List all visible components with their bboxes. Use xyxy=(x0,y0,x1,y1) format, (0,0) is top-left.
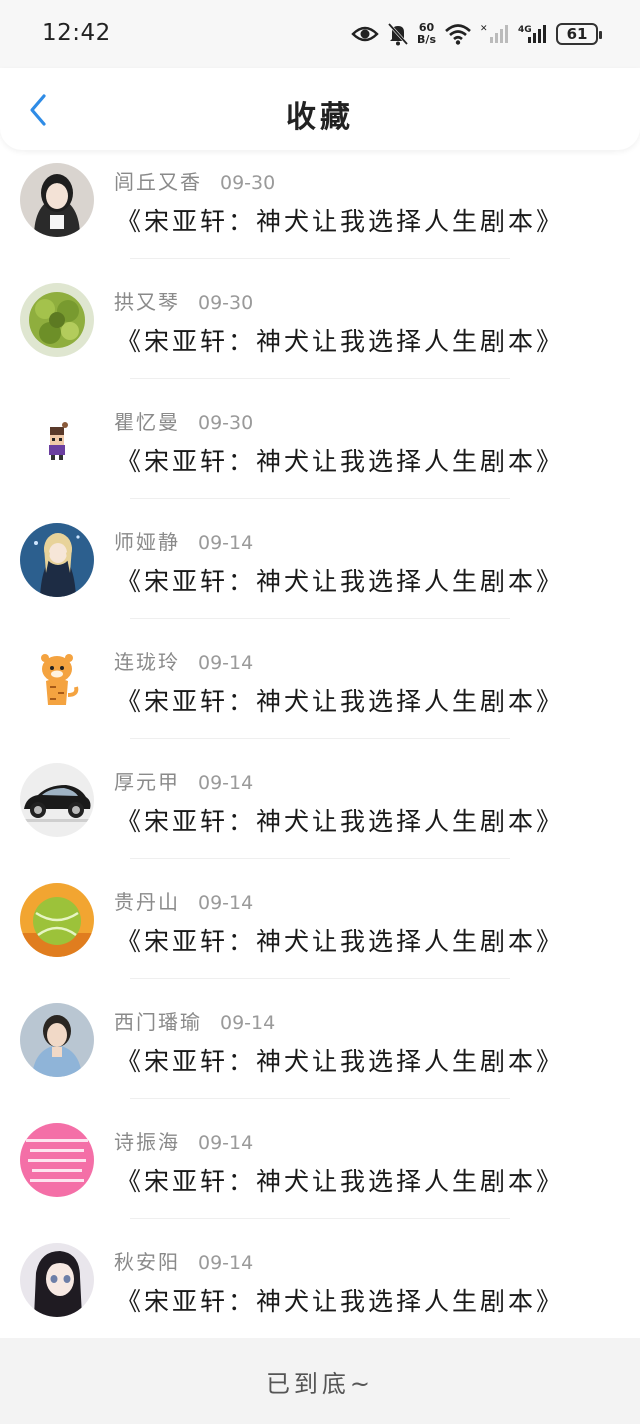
boy-portrait-avatar-icon xyxy=(20,1003,94,1077)
list-item[interactable]: 贵丹山 09-14 《宋亚轩：神犬让我选择人生剧本》 xyxy=(0,872,640,992)
divider xyxy=(130,378,510,379)
bell-muted-icon xyxy=(387,22,409,46)
status-icons: 60 B/s ✕ 4G 61 xyxy=(351,18,602,50)
girl-portrait-avatar-icon xyxy=(20,163,94,237)
list-item[interactable]: 瞿忆曼 09-30 《宋亚轩：神犬让我选择人生剧本》 xyxy=(0,392,640,512)
divider xyxy=(130,738,510,739)
divider xyxy=(130,258,510,259)
svg-text:4G: 4G xyxy=(518,25,532,35)
post-date: 09-14 xyxy=(198,652,254,674)
end-of-list-text: 已到底~ xyxy=(265,1369,375,1398)
divider xyxy=(130,858,510,859)
avatar[interactable] xyxy=(20,1123,94,1197)
avatar[interactable] xyxy=(20,1003,94,1077)
post-date: 09-30 xyxy=(220,172,276,194)
item-meta: 诗振海 09-14 xyxy=(114,1126,253,1155)
item-meta: 连珑玲 09-14 xyxy=(114,646,253,675)
item-meta: 拱又琴 09-30 xyxy=(114,286,253,315)
item-meta: 瞿忆曼 09-30 xyxy=(114,406,253,435)
post-date: 09-14 xyxy=(220,1012,276,1034)
anime-blonde-avatar-icon xyxy=(20,523,94,597)
post-date: 09-30 xyxy=(198,292,254,314)
avatar[interactable] xyxy=(20,1243,94,1317)
list-end-footer: 已到底~ xyxy=(0,1338,640,1424)
pink-text-card-avatar-icon xyxy=(20,1123,94,1197)
svg-text:✕: ✕ xyxy=(480,24,488,34)
user-name: 连珑玲 xyxy=(114,650,180,674)
list-item[interactable]: 连珑玲 09-14 《宋亚轩：神犬让我选择人生剧本》 xyxy=(0,632,640,752)
item-title[interactable]: 《宋亚轩：神犬让我选择人生剧本》 xyxy=(116,802,564,838)
status-bar: 12:42 60 B/s ✕ 4G 61 xyxy=(0,0,640,68)
user-name: 贵丹山 xyxy=(114,890,180,914)
item-title[interactable]: 《宋亚轩：神犬让我选择人生剧本》 xyxy=(116,1162,564,1198)
item-title[interactable]: 《宋亚轩：神犬让我选择人生剧本》 xyxy=(116,202,564,238)
black-car-avatar-icon xyxy=(20,763,94,837)
item-meta: 闾丘又香 09-30 xyxy=(114,166,275,195)
item-title[interactable]: 《宋亚轩：神犬让我选择人生剧本》 xyxy=(116,322,564,358)
net-speed: 60 B/s xyxy=(417,21,436,46)
list-item[interactable]: 闾丘又香 09-30 《宋亚轩：神犬让我选择人生剧本》 xyxy=(0,152,640,272)
avatar[interactable] xyxy=(20,523,94,597)
post-date: 09-14 xyxy=(198,1252,254,1274)
divider xyxy=(130,978,510,979)
signal-no-sim-icon: ✕ xyxy=(480,23,510,45)
wifi-icon xyxy=(444,23,472,45)
page-title: 收藏 xyxy=(286,100,354,135)
divider xyxy=(130,498,510,499)
item-meta: 厚元甲 09-14 xyxy=(114,766,253,795)
divider xyxy=(130,1098,510,1099)
list-item[interactable]: 西门璠瑜 09-14 《宋亚轩：神犬让我选择人生剧本》 xyxy=(0,992,640,1112)
user-name: 师娅静 xyxy=(114,530,180,554)
tennis-ball-avatar-icon xyxy=(20,883,94,957)
item-meta: 师娅静 09-14 xyxy=(114,526,253,555)
list-item[interactable]: 师娅静 09-14 《宋亚轩：神犬让我选择人生剧本》 xyxy=(0,512,640,632)
nav-bar: 收藏 xyxy=(0,68,640,150)
list-item[interactable]: 秋安阳 09-14 《宋亚轩：神犬让我选择人生剧本》 xyxy=(0,1232,640,1352)
post-date: 09-14 xyxy=(198,532,254,554)
user-name: 瞿忆曼 xyxy=(114,410,180,434)
list-item[interactable]: 厚元甲 09-14 《宋亚轩：神犬让我选择人生剧本》 xyxy=(0,752,640,872)
eye-icon xyxy=(351,24,379,44)
avatar[interactable] xyxy=(20,283,94,357)
pixel-character-avatar-icon xyxy=(20,403,94,477)
green-wreath-avatar-icon xyxy=(20,283,94,357)
user-name: 西门璠瑜 xyxy=(114,1010,202,1034)
item-title[interactable]: 《宋亚轩：神犬让我选择人生剧本》 xyxy=(116,442,564,478)
post-date: 09-14 xyxy=(198,892,254,914)
user-name: 厚元甲 xyxy=(114,770,180,794)
divider xyxy=(130,1218,510,1219)
item-meta: 西门璠瑜 09-14 xyxy=(114,1006,275,1035)
post-date: 09-14 xyxy=(198,772,254,794)
user-name: 拱又琴 xyxy=(114,290,180,314)
avatar[interactable] xyxy=(20,403,94,477)
list-item[interactable]: 诗振海 09-14 《宋亚轩：神犬让我选择人生剧本》 xyxy=(0,1112,640,1232)
item-meta: 秋安阳 09-14 xyxy=(114,1246,253,1275)
avatar[interactable] xyxy=(20,643,94,717)
favorites-list: 闾丘又香 09-30 《宋亚轩：神犬让我选择人生剧本》 拱又琴 09-30 《宋… xyxy=(0,152,640,1352)
post-date: 09-14 xyxy=(198,1132,254,1154)
divider xyxy=(130,618,510,619)
item-meta: 贵丹山 09-14 xyxy=(114,886,253,915)
avatar[interactable] xyxy=(20,883,94,957)
item-title[interactable]: 《宋亚轩：神犬让我选择人生剧本》 xyxy=(116,682,564,718)
avatar[interactable] xyxy=(20,763,94,837)
anime-dark-hair-avatar-icon xyxy=(20,1243,94,1317)
item-title[interactable]: 《宋亚轩：神犬让我选择人生剧本》 xyxy=(116,1042,564,1078)
status-time: 12:42 xyxy=(42,20,111,46)
list-item[interactable]: 拱又琴 09-30 《宋亚轩：神犬让我选择人生剧本》 xyxy=(0,272,640,392)
item-title[interactable]: 《宋亚轩：神犬让我选择人生剧本》 xyxy=(116,922,564,958)
post-date: 09-30 xyxy=(198,412,254,434)
item-title[interactable]: 《宋亚轩：神犬让我选择人生剧本》 xyxy=(116,562,564,598)
item-title[interactable]: 《宋亚轩：神犬让我选择人生剧本》 xyxy=(116,1282,564,1318)
cartoon-tiger-avatar-icon xyxy=(20,643,94,717)
user-name: 秋安阳 xyxy=(114,1250,180,1274)
signal-4g-icon: 4G xyxy=(518,23,548,45)
user-name: 闾丘又香 xyxy=(114,170,202,194)
user-name: 诗振海 xyxy=(114,1130,180,1154)
battery-indicator: 61 xyxy=(556,23,602,45)
avatar[interactable] xyxy=(20,163,94,237)
